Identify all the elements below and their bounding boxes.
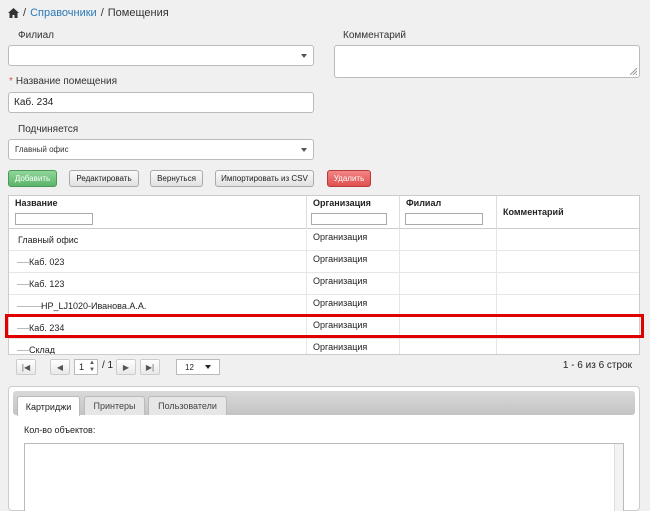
next-page-icon[interactable]: ▶ [116, 359, 136, 375]
column-header-branch-label: Филиал [406, 198, 442, 208]
table-row[interactable]: Каб. 123 Организация [9, 273, 639, 296]
parent-select-value: Главный офис [15, 145, 69, 154]
cell-organization: Организация [307, 273, 400, 295]
page-total: / 1 [102, 360, 114, 371]
home-icon[interactable] [8, 8, 19, 18]
chevron-down-icon [301, 53, 307, 58]
cell-organization: Организация [307, 229, 400, 251]
branch-select[interactable] [8, 45, 314, 66]
chevron-down-icon [301, 147, 307, 152]
room-name-label: * Название помещения [9, 76, 117, 87]
cell-organization: Организация [307, 339, 400, 354]
add-button[interactable]: Добавить [8, 170, 57, 187]
breadcrumb-separator: / [23, 7, 27, 19]
edit-button[interactable]: Редактировать [69, 170, 139, 187]
breadcrumb-separator: / [100, 7, 104, 19]
parent-label: Подчиняется [18, 124, 79, 135]
tab-bar: Картриджи Принтеры Пользователи [13, 391, 635, 416]
last-page-icon[interactable]: ▶| [140, 359, 160, 375]
tab-cartridges[interactable]: Картриджи [17, 396, 80, 416]
resize-handle-icon[interactable] [630, 68, 637, 75]
cell-branch [400, 229, 497, 251]
room-name-input[interactable]: Каб. 234 [8, 92, 314, 113]
chevron-down-icon [205, 365, 211, 369]
cell-comment [497, 251, 639, 273]
cell-comment [497, 273, 639, 295]
pager: |◀ ◀ 1 ▲ ▼ / 1 ▶ ▶| 12 1 - 6 из 6 строк [8, 356, 640, 378]
details-panel: Картриджи Принтеры Пользователи Кол-во о… [8, 386, 640, 511]
required-icon: * [9, 76, 13, 87]
column-header-comment-label: Комментарий [503, 207, 564, 217]
prev-page-icon[interactable]: ◀ [50, 359, 70, 375]
objects-count-label: Кол-во объектов: [24, 425, 96, 435]
column-header-name-label: Название [15, 198, 58, 208]
tab-users[interactable]: Пользователи [148, 396, 227, 415]
cell-comment [497, 339, 639, 354]
cell-name: Каб. 123 [23, 274, 307, 296]
tab-printers[interactable]: Принтеры [84, 396, 145, 415]
cell-organization: Организация [307, 251, 400, 273]
breadcrumb-current: Помещения [107, 7, 169, 19]
objects-list[interactable] [24, 443, 624, 511]
name-filter-input[interactable] [15, 213, 93, 225]
branch-label: Филиал [18, 30, 55, 41]
cell-branch [400, 273, 497, 295]
breadcrumb: / Справочники / Помещения [8, 7, 169, 19]
breadcrumb-link-references[interactable]: Справочники [30, 7, 97, 19]
table-row[interactable]: Склад Организация [9, 339, 639, 354]
table-row[interactable]: Каб. 023 Организация [9, 251, 639, 274]
cell-branch [400, 339, 497, 354]
comment-label: Комментарий [343, 30, 406, 41]
column-header-organization-label: Организация [313, 198, 371, 208]
cell-name: Главный офис [9, 230, 307, 252]
grid-header: Название Организация Филиал Комментарий [9, 196, 639, 229]
pager-summary: 1 - 6 из 6 строк [562, 360, 632, 371]
column-header-comment[interactable]: Комментарий [497, 196, 639, 229]
room-name-label-text: Название помещения [15, 76, 117, 87]
page-size-select[interactable]: 12 [176, 359, 220, 375]
delete-button[interactable]: Удалить [327, 170, 371, 187]
parent-select[interactable]: Главный офис [8, 139, 314, 160]
organization-filter-input[interactable] [311, 213, 387, 225]
cell-branch [400, 251, 497, 273]
scrollbar[interactable] [614, 444, 623, 511]
page-size-value: 12 [185, 362, 194, 372]
import-csv-button[interactable]: Импортировать из CSV [215, 170, 314, 187]
cell-name: Каб. 023 [23, 252, 307, 274]
first-page-icon[interactable]: |◀ [16, 359, 36, 375]
back-button[interactable]: Вернуться [150, 170, 203, 187]
selected-row-highlight [5, 314, 644, 338]
cell-name: Склад [23, 340, 307, 354]
page-spinner-icon[interactable]: ▲ ▼ [88, 360, 96, 374]
cell-comment [497, 229, 639, 251]
comment-textarea[interactable] [334, 45, 640, 78]
table-row[interactable]: Главный офис Организация [9, 229, 639, 252]
branch-filter-input[interactable] [405, 213, 483, 225]
